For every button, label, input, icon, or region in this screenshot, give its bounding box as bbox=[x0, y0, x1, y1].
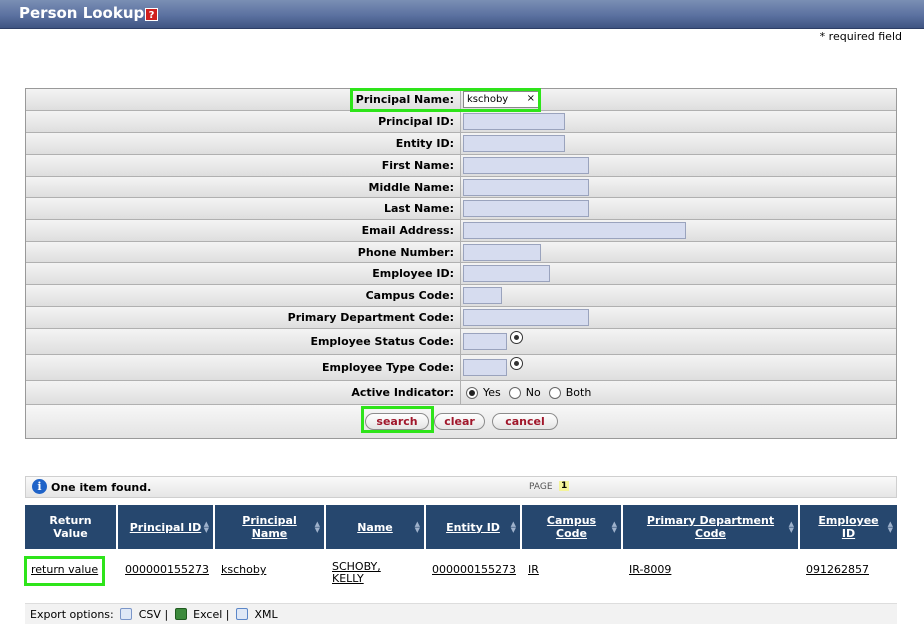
field-row-principal-name: Principal Name: × bbox=[26, 89, 896, 111]
lookup-form: Principal Name: × Principal ID: Entity I… bbox=[25, 88, 897, 439]
field-row-first-name: First Name: bbox=[26, 155, 896, 177]
employee-status-code-input[interactable] bbox=[463, 333, 507, 350]
phone-number-input[interactable] bbox=[463, 243, 541, 261]
return-value-link[interactable]: return value bbox=[31, 564, 98, 576]
campus-code-label: Campus Code: bbox=[26, 285, 461, 306]
campus-code-input[interactable] bbox=[463, 287, 502, 304]
title-bar: Person Lookup ? bbox=[0, 0, 924, 29]
principal-name-link[interactable]: kschoby bbox=[221, 564, 266, 576]
excel-icon bbox=[174, 608, 187, 620]
employee-id-link[interactable]: 091262857 bbox=[806, 564, 869, 576]
field-row-principal-id: Principal ID: bbox=[26, 111, 896, 133]
entity-id-link[interactable]: 000000155273 bbox=[432, 564, 516, 576]
primary-department-code-link[interactable]: IR-8009 bbox=[629, 564, 671, 576]
employee-id-input[interactable] bbox=[463, 265, 550, 282]
entity-id-input[interactable] bbox=[463, 135, 565, 152]
active-both-label: Both bbox=[565, 386, 592, 399]
field-row-last-name: Last Name: bbox=[26, 198, 896, 220]
page-label: PAGE bbox=[529, 482, 553, 492]
lookup-search-icon[interactable] bbox=[510, 331, 523, 344]
field-row-active-indicator: Active Indicator: Yes No Both bbox=[26, 381, 896, 405]
primary-department-code-input[interactable] bbox=[463, 309, 589, 326]
field-row-middle-name: Middle Name: bbox=[26, 177, 896, 198]
email-address-label: Email Address: bbox=[26, 220, 461, 241]
export-options-label: Export options: bbox=[30, 608, 114, 621]
employee-type-code-label: Employee Type Code: bbox=[26, 355, 461, 380]
column-header-name[interactable]: Name ▲ ▼ bbox=[326, 505, 426, 549]
export-csv-link[interactable]: CSV bbox=[139, 608, 161, 621]
clear-button[interactable]: clear bbox=[434, 413, 485, 430]
field-row-employee-status-code: Employee Status Code: bbox=[26, 329, 896, 355]
field-row-email-address: Email Address: bbox=[26, 220, 896, 242]
separator: | bbox=[164, 608, 169, 621]
field-row-employee-type-code: Employee Type Code: bbox=[26, 355, 896, 381]
campus-code-link[interactable]: IR bbox=[528, 564, 539, 576]
clear-input-icon[interactable]: × bbox=[527, 93, 535, 104]
phone-number-label: Phone Number: bbox=[26, 242, 461, 262]
separator: | bbox=[225, 608, 230, 621]
email-address-input[interactable] bbox=[463, 222, 686, 239]
active-both-radio[interactable] bbox=[548, 386, 561, 399]
sort-icon: ▲ ▼ bbox=[203, 520, 209, 534]
lookup-search-icon[interactable] bbox=[510, 357, 523, 370]
active-no-label: No bbox=[525, 386, 541, 399]
name-link[interactable]: SCHOBY, KELLY bbox=[332, 561, 392, 585]
field-row-primary-department-code: Primary Department Code: bbox=[26, 307, 896, 329]
column-header-return-value: Return Value bbox=[25, 505, 118, 549]
last-name-input[interactable] bbox=[463, 200, 589, 217]
entity-id-label: Entity ID: bbox=[26, 133, 461, 154]
page-title: Person Lookup bbox=[19, 4, 145, 22]
column-header-principal-id[interactable]: Principal ID ▲ ▼ bbox=[118, 505, 215, 549]
field-row-phone-number: Phone Number: bbox=[26, 242, 896, 263]
employee-id-label: Employee ID: bbox=[26, 263, 461, 284]
principal-id-label: Principal ID: bbox=[26, 111, 461, 132]
required-field-note: * required field bbox=[819, 30, 902, 43]
active-no-radio[interactable] bbox=[508, 386, 521, 399]
csv-icon bbox=[120, 608, 133, 620]
principal-id-link[interactable]: 000000155273 bbox=[125, 564, 209, 576]
middle-name-label: Middle Name: bbox=[26, 177, 461, 197]
employee-status-code-label: Employee Status Code: bbox=[26, 329, 461, 354]
field-row-campus-code: Campus Code: bbox=[26, 285, 896, 307]
first-name-label: First Name: bbox=[26, 155, 461, 176]
sort-icon: ▲ ▼ bbox=[788, 520, 794, 534]
sort-icon: ▲ ▼ bbox=[314, 520, 320, 534]
middle-name-input[interactable] bbox=[463, 178, 589, 196]
help-icon[interactable]: ? bbox=[145, 8, 158, 21]
page-number[interactable]: 1 bbox=[559, 481, 570, 491]
primary-department-code-label: Primary Department Code: bbox=[26, 307, 461, 328]
field-row-employee-id: Employee ID: bbox=[26, 263, 896, 285]
sort-icon: ▲ ▼ bbox=[887, 520, 893, 534]
active-yes-label: Yes bbox=[483, 386, 501, 399]
sort-icon: ▲ ▼ bbox=[414, 520, 420, 534]
xml-icon bbox=[236, 608, 249, 620]
cancel-button[interactable]: cancel bbox=[492, 413, 558, 430]
export-xml-link[interactable]: XML bbox=[255, 608, 278, 621]
results-count-message: One item found. bbox=[51, 481, 152, 494]
form-button-row: search clear cancel bbox=[26, 405, 896, 438]
field-row-entity-id: Entity ID: bbox=[26, 133, 896, 155]
column-header-entity-id[interactable]: Entity ID ▲ ▼ bbox=[426, 505, 522, 549]
column-header-campus-code[interactable]: Campus Code ▲ ▼ bbox=[522, 505, 623, 549]
export-excel-link[interactable]: Excel bbox=[193, 608, 222, 621]
info-icon: i bbox=[32, 479, 47, 494]
results-info-bar: i One item found. PAGE 1 bbox=[25, 476, 897, 498]
active-yes-radio[interactable] bbox=[466, 386, 478, 399]
column-header-principal-name[interactable]: Principal Name ▲ ▼ bbox=[215, 505, 326, 549]
column-header-primary-department-code[interactable]: Primary Department Code ▲ ▼ bbox=[623, 505, 800, 549]
employee-type-code-input[interactable] bbox=[463, 359, 507, 376]
search-button[interactable]: search bbox=[365, 413, 429, 430]
column-header-employee-id[interactable]: Employee ID ▲ ▼ bbox=[800, 505, 897, 549]
export-options-bar: Export options: CSV | Excel | XML bbox=[25, 603, 897, 624]
principal-name-label: Principal Name: bbox=[26, 89, 461, 110]
first-name-input[interactable] bbox=[463, 157, 589, 174]
sort-icon: ▲ ▼ bbox=[510, 520, 516, 534]
sort-icon: ▲ ▼ bbox=[611, 520, 617, 534]
principal-id-input[interactable] bbox=[463, 113, 565, 130]
active-indicator-label: Active Indicator: bbox=[26, 381, 461, 404]
last-name-label: Last Name: bbox=[26, 198, 461, 219]
